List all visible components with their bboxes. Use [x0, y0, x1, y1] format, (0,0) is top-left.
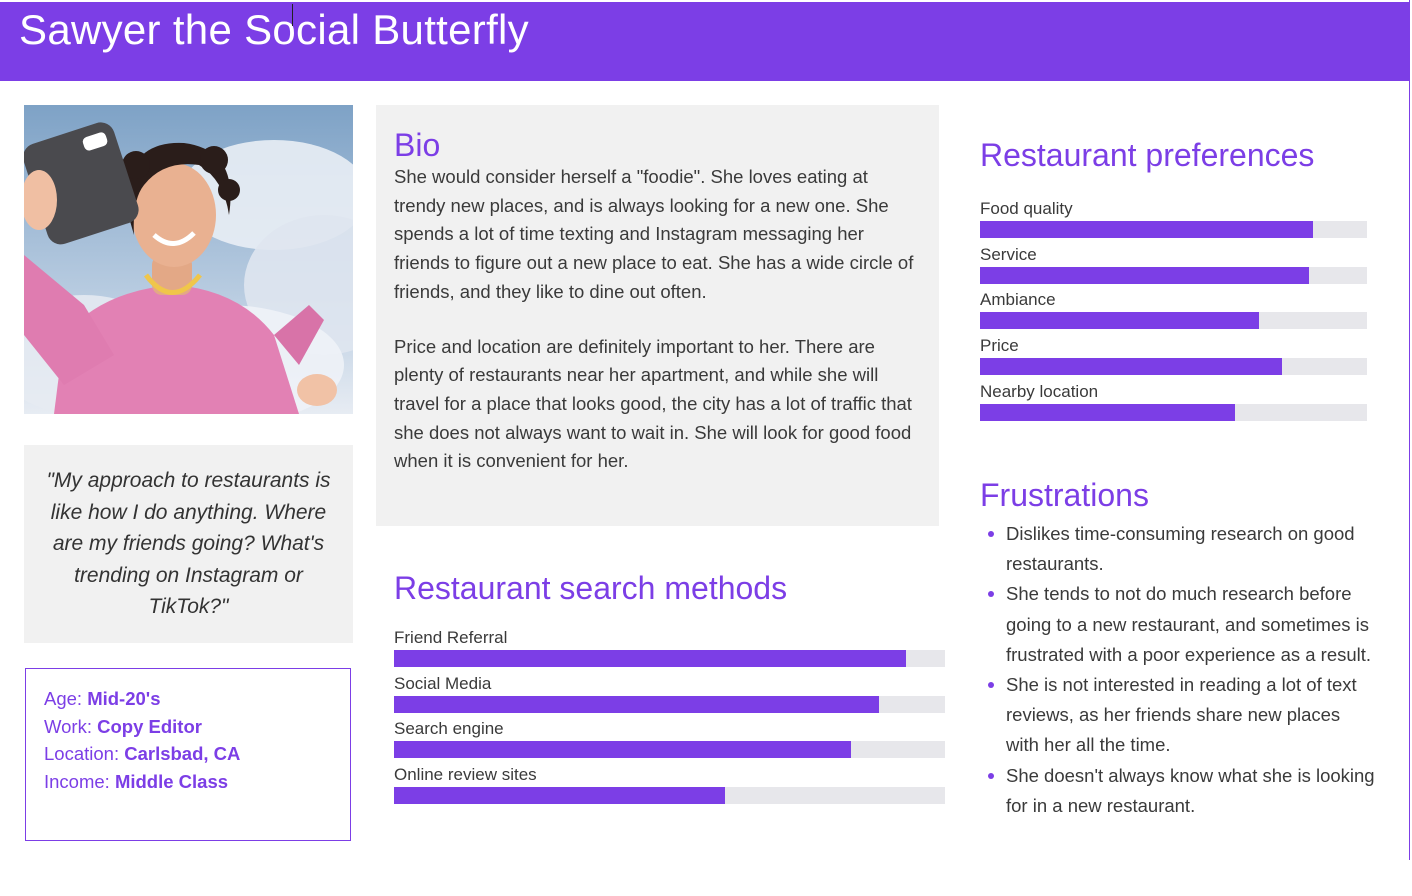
bar-track — [394, 787, 945, 805]
header-banner: Sawyer the Social Butterfly — [0, 2, 1410, 81]
frustration-text: Dislikes time-consuming research on good… — [1006, 523, 1355, 575]
bio-paragraph: Price and location are definitely import… — [394, 335, 912, 472]
demographic-label: Location: — [44, 743, 120, 764]
list-item: She tends to not do much research before… — [986, 579, 1376, 670]
bar-label: Online review sites — [394, 765, 537, 785]
bar-label: Ambiance — [980, 290, 1056, 310]
bar-track — [980, 312, 1367, 330]
page-title: Sawyer the Social Butterfly — [19, 6, 529, 53]
bar-item: Price — [980, 336, 1367, 382]
bar-fill — [394, 695, 879, 713]
bar-track — [980, 358, 1367, 376]
bar-item: Friend Referral — [394, 628, 945, 674]
bullet-dot-icon — [988, 531, 994, 537]
bar-track — [980, 221, 1367, 238]
bullet-dot-icon — [988, 772, 994, 779]
list-item: She is not interested in reading a lot o… — [986, 670, 1376, 761]
search-methods-bars: Friend Referral Social Media Search engi… — [394, 628, 945, 811]
demographic-location: Location: Carlsbad, CA — [44, 740, 332, 768]
bar-label: Search engine — [394, 719, 504, 739]
list-item: She doesn't always know what she is look… — [986, 761, 1376, 821]
preferences-bars: Food quality Service Ambiance Price Near… — [980, 199, 1367, 427]
list-item: Dislikes time-consuming research on good… — [986, 519, 1376, 579]
bar-item: Online review sites — [394, 765, 945, 811]
bar-label: Nearby location — [980, 381, 1099, 401]
bar-track — [394, 695, 945, 713]
bar-label: Price — [980, 336, 1019, 356]
bar-item: Social Media — [394, 674, 945, 720]
demographics-box: Age: Mid-20's Work: Copy Editor Location… — [25, 668, 351, 841]
preferences-title: Restaurant preferences — [980, 137, 1315, 173]
bar-label: Social Media — [394, 673, 492, 693]
persona-photo — [24, 105, 353, 414]
frustration-text: She doesn't always know what she is look… — [1006, 764, 1375, 816]
bar-label: Service — [980, 244, 1037, 264]
demographic-income: Income: Middle Class — [44, 768, 332, 796]
bar-label: Food quality — [980, 199, 1073, 218]
bio-title: Bio — [394, 127, 441, 163]
quote-box: "My approach to restaurants is like how … — [24, 445, 353, 643]
demographic-work: Work: Copy Editor — [44, 713, 332, 741]
bar-fill — [980, 358, 1282, 376]
frustrations-title: Frustrations — [980, 477, 1149, 513]
bar-item: Ambiance — [980, 290, 1367, 336]
frustration-text: She tends to not do much research before… — [1006, 583, 1372, 665]
frustrations-list: Dislikes time-consuming research on good… — [986, 519, 1376, 821]
bar-item: Nearby location — [980, 382, 1367, 428]
demographic-value: Mid-20's — [87, 688, 161, 709]
frustration-text: She is not interested in reading a lot o… — [1006, 674, 1357, 756]
demographic-age: Age: Mid-20's — [44, 685, 332, 713]
bar-fill — [980, 312, 1259, 330]
bar-fill — [980, 221, 1313, 238]
bar-fill — [394, 787, 725, 805]
bar-track — [394, 650, 945, 667]
bar-fill — [980, 403, 1236, 421]
demographic-value: Carlsbad, CA — [124, 743, 241, 764]
demographic-label: Work: — [44, 715, 92, 737]
bar-fill — [394, 741, 852, 759]
demographic-value: Middle Class — [114, 770, 229, 792]
bar-label: Friend Referral — [394, 628, 508, 647]
bar-fill — [980, 266, 1309, 284]
bar-fill — [394, 650, 907, 667]
bar-item: Service — [980, 245, 1367, 291]
demographic-label: Age: — [44, 688, 83, 709]
bio-panel: Bio She would consider herself a "foodie… — [376, 105, 939, 526]
bar-track — [980, 403, 1367, 421]
search-methods-title: Restaurant search methods — [394, 570, 788, 606]
text-cursor — [292, 4, 293, 26]
bio-paragraph: She would consider herself a "foodie". S… — [394, 166, 914, 302]
bar-item: Search engine — [394, 719, 945, 765]
demographic-value: Copy Editor — [97, 715, 202, 737]
bar-item: Food quality — [980, 199, 1367, 245]
bar-track — [980, 266, 1367, 284]
bullet-dot-icon — [988, 682, 994, 689]
bar-track — [394, 741, 945, 759]
persona-quote: "My approach to restaurants is like how … — [46, 469, 331, 619]
bullet-dot-icon — [988, 591, 994, 598]
demographic-label: Income: — [44, 770, 110, 792]
